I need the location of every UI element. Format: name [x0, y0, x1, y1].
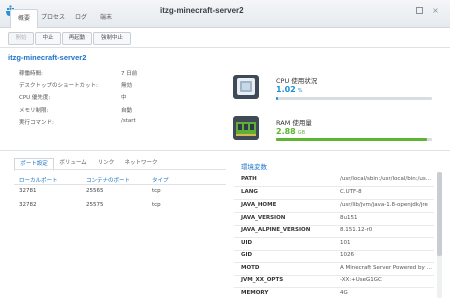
env-value: /usr/lib/jvm/java-1.8-openjdk/jre [340, 202, 428, 208]
cpu-priority-label: CPU 優先度: [19, 95, 51, 101]
tab-volumes[interactable]: ボリューム [55, 158, 91, 169]
tab-terminal[interactable]: 端末 [94, 9, 118, 27]
env-value: C.UTF-8 [340, 189, 362, 195]
col-local-port[interactable]: ローカルポート [19, 176, 58, 184]
desktop-shortcut-label: デスクトップのショートカット: [19, 83, 98, 89]
cpu-usage-number: 1.02 [276, 85, 296, 94]
ram-usage-value: 2.88 GB [276, 127, 305, 136]
col-type[interactable]: タイプ [152, 176, 169, 184]
env-row-divider [234, 212, 434, 213]
env-value: 101 [340, 240, 351, 246]
ports-tabs-underline [14, 169, 226, 170]
stop-button[interactable]: 中止 [35, 32, 61, 45]
env-row-divider [234, 287, 434, 288]
maximize-button[interactable] [414, 5, 425, 16]
env-scrollbar[interactable] [437, 172, 442, 298]
title-bar: 概要 プロセス ログ 端末 itzg-minecraft-server2 × [0, 0, 450, 28]
env-row-divider [234, 262, 434, 263]
env-value: /usr/local/sbin:/usr/local/bin:/us... [340, 176, 432, 182]
ram-usage-unit: GB [297, 130, 306, 136]
env-key: JVM_XX_OPTS [241, 277, 284, 283]
env-vars-title: 環境変数 [241, 163, 267, 171]
command-label: 実行コマンド: [19, 120, 54, 126]
cpu-priority-value: 中 [121, 95, 127, 101]
env-value: -XX:+UseG1GC [340, 277, 382, 283]
toolbar-divider [0, 47, 450, 48]
cpu-usage-label: CPU 使用状況 [276, 77, 318, 85]
ram-icon [233, 116, 259, 140]
type-cell: tcp [152, 202, 161, 208]
cpu-icon [233, 75, 259, 99]
force-stop-button[interactable]: 強制中止 [93, 32, 131, 45]
local-port-cell: 32781 [19, 188, 37, 194]
cpu-usage-value: 1.02% [276, 85, 303, 94]
env-row-divider [234, 186, 434, 187]
env-key: JAVA_VERSION [241, 215, 286, 221]
env-scrollbar-thumb[interactable] [437, 172, 442, 256]
ports-header-underline [14, 184, 226, 185]
env-row-divider [234, 275, 434, 276]
tab-process[interactable]: プロセス [38, 9, 68, 27]
type-cell: tcp [152, 188, 161, 194]
tab-log[interactable]: ログ [70, 9, 92, 27]
col-container-port[interactable]: コンテナのポート [86, 176, 130, 184]
ram-usage-label: RAM 使用量 [276, 119, 312, 127]
close-button[interactable]: × [430, 5, 441, 16]
uptime-label: 稼働時間: [19, 71, 43, 77]
env-key: GID [241, 252, 253, 258]
env-key: JAVA_HOME [241, 202, 277, 208]
tab-links[interactable]: リンク [94, 158, 118, 169]
cpu-usage-unit: % [297, 88, 303, 94]
section-divider [0, 150, 450, 151]
close-icon: × [432, 6, 439, 15]
tab-network[interactable]: ネットワーク [121, 158, 161, 169]
desktop-shortcut-value: 無効 [121, 83, 133, 89]
env-value: 8.151.12-r0 [340, 227, 373, 233]
container-port-cell: 25575 [86, 202, 104, 208]
cpu-usage-bar-fill [276, 97, 279, 100]
env-key: LANG [241, 189, 258, 195]
memory-limit-label: メモリ制限: [19, 108, 49, 114]
start-button[interactable]: 開始 [8, 32, 34, 45]
maximize-icon [416, 7, 423, 14]
env-key: UID [241, 240, 253, 246]
env-row-divider [234, 225, 434, 226]
env-row-divider [234, 199, 434, 200]
local-port-cell: 32782 [19, 202, 37, 208]
memory-limit-value: 自動 [121, 108, 133, 114]
env-key: JAVA_ALPINE_VERSION [241, 227, 311, 233]
env-value: 8u151 [340, 215, 358, 221]
uptime-value: 7 日前 [121, 71, 138, 77]
env-row-divider [234, 250, 434, 251]
ram-usage-bar [276, 138, 432, 141]
command-value: /start [121, 118, 136, 124]
tab-overview[interactable]: 概要 [10, 9, 38, 28]
env-value: A Minecraft Server Powered by D... [340, 265, 434, 271]
env-key: MEMORY [241, 290, 269, 296]
env-row-divider [234, 237, 434, 238]
ram-usage-number: 2.88 [276, 127, 296, 136]
container-name: itzg-minecraft-server2 [8, 53, 87, 62]
env-key: MOTD [241, 265, 260, 271]
restart-button[interactable]: 再起動 [62, 32, 92, 45]
window-title: itzg-minecraft-server2 [160, 6, 244, 15]
env-key: PATH [241, 176, 257, 182]
cpu-usage-bar [276, 97, 432, 100]
env-value: 4G [340, 290, 348, 296]
env-value: 1026 [340, 252, 354, 258]
ram-usage-bar-fill [276, 138, 428, 141]
container-port-cell: 25565 [86, 188, 104, 194]
